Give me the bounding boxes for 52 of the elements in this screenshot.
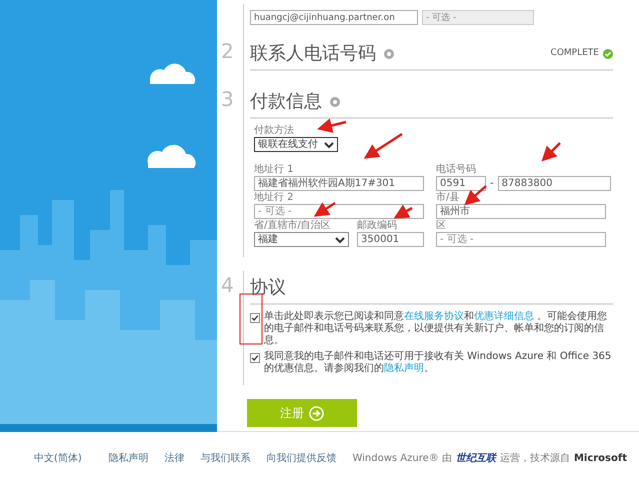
footer-link[interactable]: 向我们提供反馈 — [266, 450, 336, 466]
annotation-arrow — [364, 132, 403, 159]
annotation-arrow — [541, 142, 561, 162]
field-label: 省/直辖市/自治区 — [254, 220, 331, 232]
field-label: 市/县 — [436, 192, 460, 204]
field-label: 地址行 1 — [254, 164, 294, 176]
language-link[interactable]: 中文(简体) — [34, 450, 82, 466]
arrow-right-icon — [309, 406, 324, 420]
field-label: 付款方法 — [254, 125, 294, 137]
section-title: 联系人电话号码 — [250, 42, 376, 66]
step-number: 2 — [221, 38, 235, 65]
chevron-down-icon — [324, 140, 334, 148]
area-code-field[interactable]: 0591 — [436, 176, 486, 191]
company-name: Microsoft — [574, 452, 627, 466]
address-field[interactable]: - 可选 - — [254, 204, 424, 219]
step-number: 3 — [221, 86, 235, 113]
status-label: COMPLETE — [550, 46, 599, 60]
payment-method-select[interactable]: 银联在线支付 — [254, 137, 338, 152]
email-field[interactable]: huangcj@cijinhuang.partner.on — [250, 10, 418, 25]
city-field[interactable]: 福州市 — [436, 204, 606, 219]
agreement-text: 我同意我的电子邮件和电话还可用于接收有关 Windows Azure 和 Office 365 的优惠信息。请参阅我们的隐私声明。 — [264, 351, 612, 375]
check-circle-icon — [603, 48, 613, 58]
text-link[interactable]: 隐私声明 — [384, 363, 424, 374]
footer-text: Windows Azure® 由 — [352, 452, 452, 466]
annotation-box — [240, 294, 262, 344]
field-label: 地址行 2 — [254, 192, 294, 204]
district-field[interactable]: - 可选 - — [436, 232, 606, 247]
brand-logo: 世纪互联 — [456, 452, 496, 466]
separator-text: - — [489, 177, 495, 191]
chevron-down-icon — [335, 236, 345, 244]
section-title: 付款信息 — [250, 90, 322, 114]
text-link[interactable]: 优惠详细信息 — [474, 311, 534, 322]
agreement-text: 单击此处即表示您已阅读和同意在线服务协议和优惠详细信息 。可能会使用您的电子邮件和电话号码来联系您，以便提供有关新订户、帐单和您的订阅的信息。 — [264, 311, 608, 347]
field-label: 区 — [436, 220, 446, 232]
annotation-arrow — [464, 185, 487, 206]
annotation-arrow — [314, 202, 336, 217]
text-link[interactable]: 在线服务协议 — [404, 311, 464, 322]
annotation-arrow — [394, 204, 413, 218]
field-label: 邮政编码 — [357, 220, 397, 232]
step-number: 4 — [221, 272, 235, 299]
postal-code-field[interactable]: 350001 — [357, 232, 424, 247]
checkbox[interactable] — [250, 313, 260, 323]
field-label: 电话号码 — [436, 164, 476, 176]
phone-field[interactable]: 87883800 — [498, 176, 611, 191]
footer-link[interactable]: 法律 — [164, 450, 184, 466]
footer-text: 运营，技术源自 — [500, 452, 570, 466]
annotation-arrow — [317, 118, 346, 133]
footer-link[interactable]: 与我们联系 — [200, 450, 250, 466]
checkbox[interactable] — [250, 353, 260, 363]
address-field[interactable]: 福建省福州软件园A期17#301 — [254, 176, 424, 191]
footer-link[interactable]: 隐私声明 — [108, 450, 148, 466]
province-select[interactable]: 福建 — [254, 232, 349, 247]
